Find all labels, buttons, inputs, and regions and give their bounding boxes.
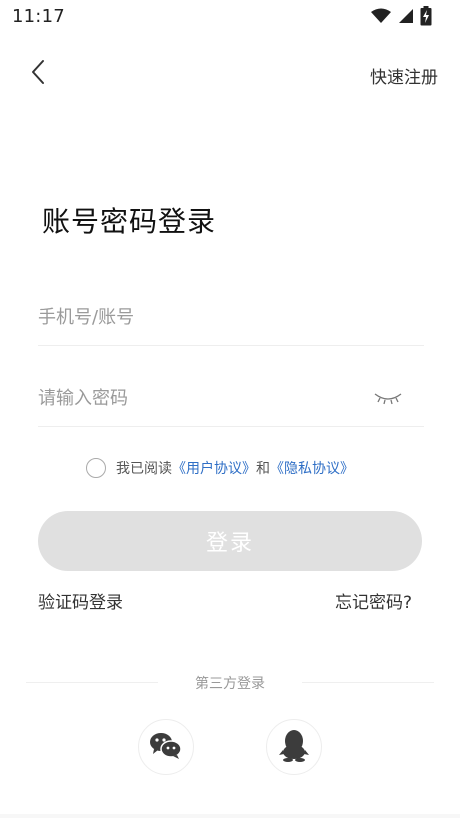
status-icons bbox=[370, 6, 432, 30]
sms-login-link[interactable]: 验证码登录 bbox=[38, 588, 123, 613]
status-bar: 11:17 bbox=[0, 0, 460, 32]
qq-icon bbox=[278, 728, 310, 766]
password-field bbox=[38, 378, 424, 427]
agreement-checkbox[interactable] bbox=[86, 458, 106, 478]
account-field bbox=[38, 297, 424, 346]
signal-icon bbox=[398, 8, 414, 28]
status-time: 11:17 bbox=[12, 6, 65, 27]
bottom-edge bbox=[0, 814, 460, 818]
wechat-login-button[interactable] bbox=[138, 719, 194, 775]
wechat-icon bbox=[148, 730, 184, 764]
account-input[interactable] bbox=[38, 297, 358, 337]
agreement-prefix: 我已阅读 bbox=[116, 461, 172, 477]
back-button[interactable] bbox=[24, 58, 52, 90]
login-button[interactable]: 登录 bbox=[38, 511, 422, 571]
agreement-conjunction: 和 bbox=[256, 461, 270, 477]
privacy-policy-link[interactable]: 《隐私协议》 bbox=[270, 458, 354, 478]
quick-register-link[interactable]: 快速注册 bbox=[370, 63, 438, 88]
qq-login-button[interactable] bbox=[266, 719, 322, 775]
third-party-label: 第三方登录 bbox=[195, 676, 265, 692]
chevron-left-icon bbox=[30, 59, 46, 89]
page-title: 账号密码登录 bbox=[42, 205, 217, 238]
agreement-row: 我已阅读 《用户协议》 和 《隐私协议》 bbox=[86, 458, 354, 478]
forgot-password-link[interactable]: 忘记密码? bbox=[335, 588, 412, 613]
battery-icon bbox=[420, 6, 432, 30]
password-input[interactable] bbox=[38, 378, 358, 418]
wifi-icon bbox=[370, 8, 392, 28]
user-agreement-link[interactable]: 《用户协议》 bbox=[172, 458, 256, 478]
eye-closed-icon[interactable] bbox=[372, 386, 404, 410]
divider-right bbox=[302, 682, 434, 683]
